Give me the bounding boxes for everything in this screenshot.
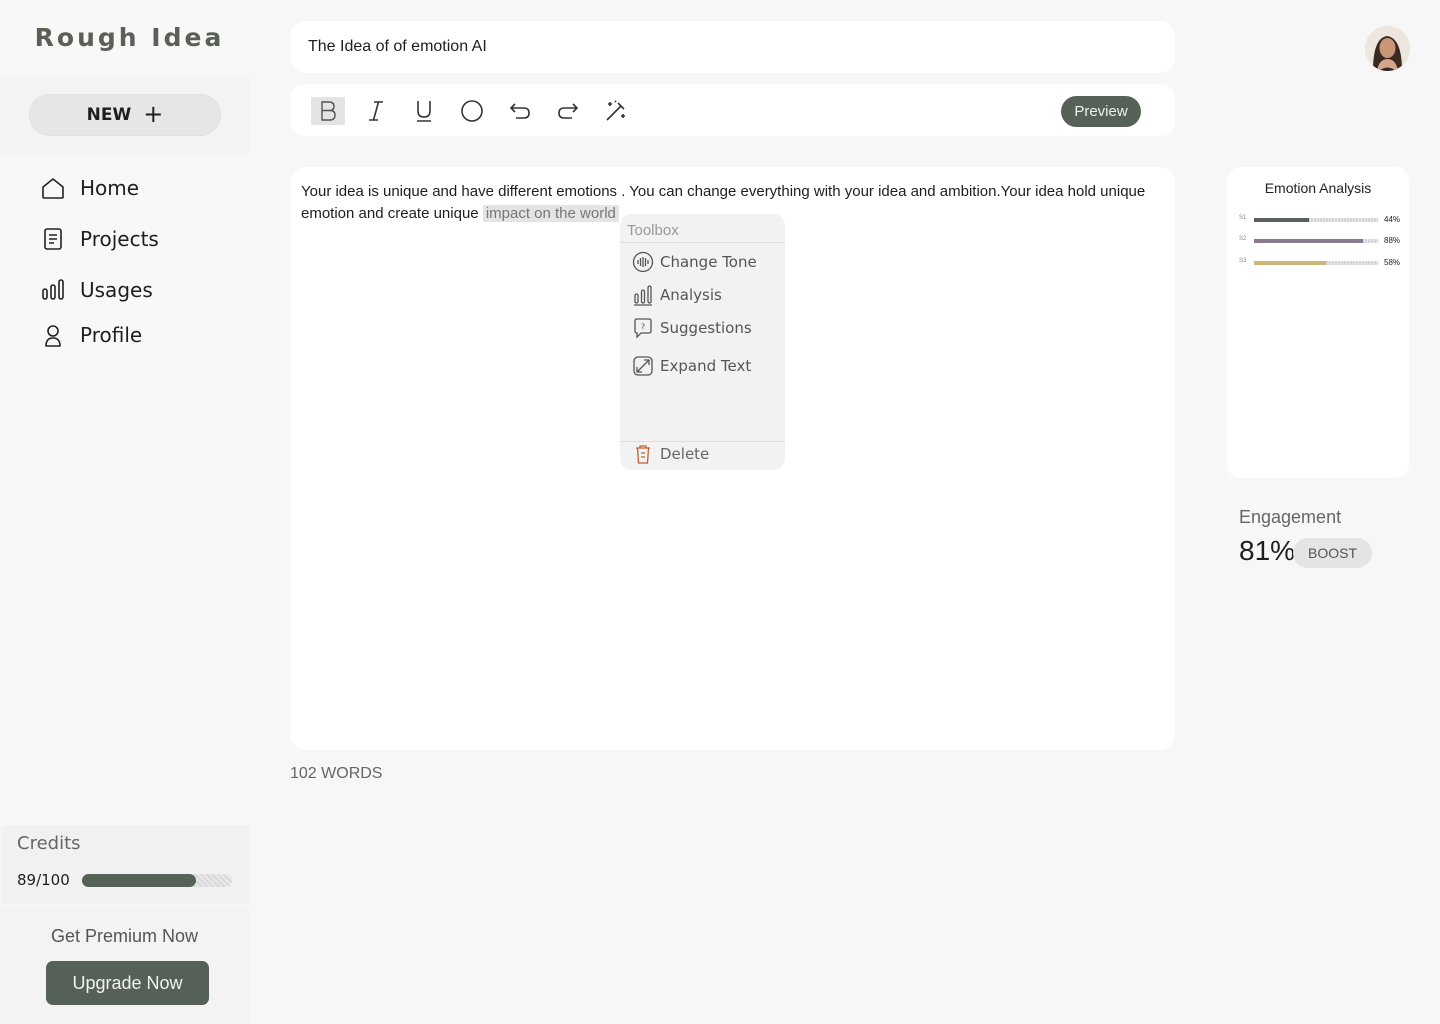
- emoji-button[interactable]: [455, 97, 489, 125]
- document-title: The Idea of of emotion AI: [308, 38, 487, 55]
- brand-header: Rough Idea: [0, 0, 249, 75]
- redo-icon: [558, 103, 579, 119]
- emotion-analysis-title: Emotion Analysis: [1264, 180, 1372, 196]
- emotion-label: S2: [1239, 236, 1247, 242]
- question-bubble-icon: ?: [634, 318, 652, 339]
- expand-icon: [633, 356, 653, 376]
- emotion-bar-track: [1254, 218, 1378, 222]
- undo-icon: [509, 103, 530, 119]
- sidebar-item-label: Usages: [80, 278, 153, 302]
- circle-icon: [461, 100, 483, 122]
- user-icon: [45, 325, 61, 347]
- sidebar-item-profile[interactable]: Profile: [40, 322, 142, 348]
- sidebar-item-label: Profile: [80, 323, 143, 347]
- premium-label: Get Premium Now: [50, 926, 199, 946]
- emotion-bar-fill: [1254, 261, 1326, 265]
- redo-button[interactable]: [551, 97, 585, 125]
- toolbox-item-label: Suggestions: [660, 319, 752, 337]
- emotion-row: S2 88%: [1239, 236, 1404, 246]
- engagement-label: Engagement: [1239, 507, 1342, 527]
- sidebar-item-home[interactable]: Home: [40, 175, 139, 201]
- bar-chart-icon: [42, 279, 64, 300]
- divider: [620, 441, 785, 442]
- credits-progress-fill: [82, 874, 196, 887]
- emotion-percent: 88%: [1384, 236, 1401, 245]
- toolbox-title: Toolbox: [627, 222, 679, 239]
- sidebar-item-projects[interactable]: Projects: [40, 226, 159, 252]
- format-toolbar: Preview: [290, 84, 1175, 136]
- user-avatar-image: [1365, 26, 1410, 71]
- credits-progress-bar: [82, 874, 232, 887]
- credits-title: Credits: [17, 833, 81, 854]
- toolbox-item-label: Analysis: [660, 286, 722, 304]
- emotion-bar-track: [1254, 239, 1378, 243]
- new-button-area: NEW +: [0, 78, 249, 150]
- brand-logo-text[interactable]: Rough Idea: [35, 23, 225, 52]
- plus-icon: +: [143, 99, 164, 128]
- word-count: 102 WORDS: [290, 765, 383, 782]
- magic-wand-button[interactable]: [599, 97, 633, 125]
- bar-chart-icon: [634, 285, 652, 306]
- document-title-field[interactable]: The Idea of of emotion AI: [290, 21, 1175, 73]
- toolbox-item-analysis[interactable]: Analysis: [632, 284, 722, 306]
- emotion-bar-fill: [1254, 218, 1309, 222]
- emotion-percent: 44%: [1384, 215, 1401, 224]
- preview-button[interactable]: Preview: [1061, 96, 1141, 127]
- toolbox-item-label: Delete: [660, 445, 710, 463]
- engagement-value: 81%: [1239, 535, 1296, 566]
- emotion-row: S1 44%: [1239, 215, 1404, 225]
- emotion-row: S3 58%: [1239, 258, 1404, 268]
- emotion-bar-fill: [1254, 239, 1364, 243]
- bold-icon: [321, 101, 336, 121]
- divider: [620, 242, 785, 243]
- magic-wand-icon: [606, 100, 625, 121]
- upgrade-button[interactable]: Upgrade Now: [46, 961, 209, 1005]
- toolbox-item-change-tone[interactable]: Change Tone: [632, 251, 757, 273]
- new-button-label: NEW: [86, 105, 132, 125]
- selected-text[interactable]: impact on the world: [482, 205, 619, 222]
- sidebar: Rough Idea NEW + Home Projects Usages Pr…: [0, 0, 249, 1024]
- toolbox-item-suggestions[interactable]: ? Suggestions: [632, 317, 752, 339]
- svg-text:?: ?: [641, 323, 645, 332]
- main-nav: Home Projects Usages Profile: [0, 155, 249, 825]
- document-icon: [44, 228, 62, 250]
- toolbox-item-delete[interactable]: Delete: [632, 443, 709, 465]
- home-icon: [42, 178, 64, 199]
- sidebar-item-label: Home: [80, 176, 140, 200]
- trash-icon: [636, 445, 650, 464]
- toolbox-item-label: Expand Text: [660, 357, 752, 375]
- emotion-percent: 58%: [1384, 258, 1401, 267]
- undo-button[interactable]: [503, 97, 537, 125]
- sidebar-item-label: Projects: [80, 227, 159, 251]
- bold-button[interactable]: [311, 97, 345, 125]
- boost-button[interactable]: BOOST: [1293, 538, 1372, 568]
- italic-icon: [369, 101, 383, 121]
- emotion-label: S3: [1239, 258, 1247, 264]
- credits-panel: Credits 89/100: [3, 826, 249, 904]
- underline-button[interactable]: [407, 97, 441, 125]
- emotion-analysis-panel: Emotion Analysis S1 44% S2 88% S3 58%: [1227, 167, 1409, 478]
- premium-panel: Get Premium Now Upgrade Now: [0, 908, 249, 1024]
- new-button[interactable]: NEW +: [29, 94, 221, 136]
- italic-button[interactable]: [359, 97, 393, 125]
- emotion-bar-track: [1254, 261, 1378, 265]
- toolbox-item-expand-text[interactable]: Expand Text: [632, 355, 751, 377]
- underline-icon: [417, 101, 431, 122]
- sound-wave-icon: [632, 251, 654, 273]
- toolbox-popup: Toolbox Change Tone Analysis ? Suggestio…: [620, 214, 785, 470]
- emotion-label: S1: [1239, 215, 1247, 221]
- credits-count: 89/100: [17, 871, 70, 889]
- avatar[interactable]: [1365, 26, 1410, 71]
- toolbox-item-label: Change Tone: [660, 253, 757, 271]
- sidebar-item-usages[interactable]: Usages: [40, 277, 153, 303]
